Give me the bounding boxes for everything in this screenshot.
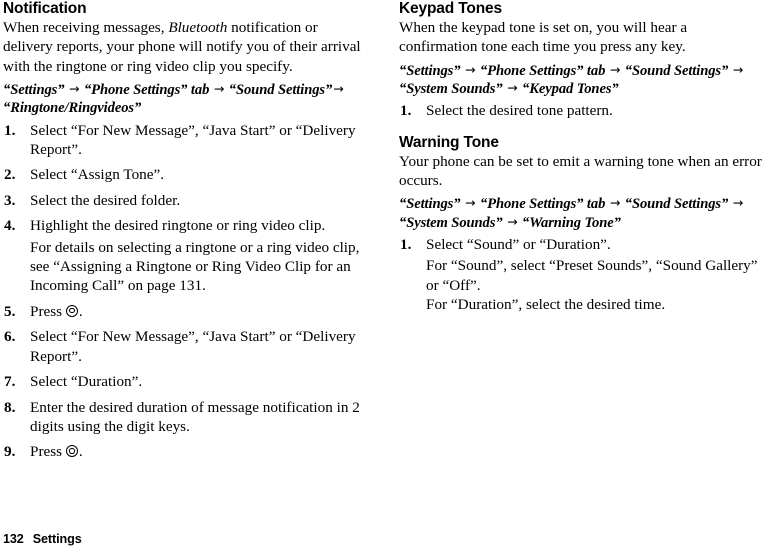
- step-item: 1. Select “For New Message”, “Java Start…: [3, 121, 371, 160]
- step-sub-text: For “Sound”, select “Preset Sounds”, “So…: [426, 257, 758, 294]
- keypad-tones-intro-paragraph: When the keypad tone is set on, you will…: [399, 19, 688, 56]
- step-text-after-key: .: [78, 443, 83, 461]
- step-text: Select “For New Message”, “Java Start” o…: [30, 121, 356, 159]
- arrow-right-icon: →: [732, 61, 744, 77]
- step-number: 9.: [4, 443, 16, 461]
- arrow-right-icon: →: [465, 61, 476, 77]
- center-select-key-icon: [66, 304, 79, 317]
- nav-path-part-sound-settings: “Sound Settings”: [624, 62, 729, 79]
- step-text: Select the desired tone pattern.: [426, 102, 613, 120]
- section-notification: Notification When receiving messages, Bl…: [3, 0, 371, 462]
- step-text: Select “Sound” or “Duration”.: [426, 235, 611, 253]
- arrow-right-icon: →: [213, 81, 225, 97]
- two-column-body: Notification When receiving messages, Bl…: [0, 0, 764, 520]
- step-item: 2. Select “Assign Tone”.: [3, 165, 371, 184]
- arrow-right-icon: →: [465, 195, 476, 211]
- step-number: 4.: [4, 217, 16, 235]
- step-number: 6.: [4, 328, 16, 346]
- bluetooth-trademark-italic: Bluetooth: [168, 19, 228, 36]
- step-text-before-key: Press: [30, 302, 66, 320]
- step-sub-text-secondary: For “Duration”, select the desired time.: [426, 296, 666, 314]
- step-item: 8. Enter the desired duration of message…: [3, 398, 371, 437]
- step-text: Select the desired folder.: [30, 191, 181, 209]
- intro-text-before-italic: When receiving messages,: [3, 19, 169, 36]
- arrow-right-icon: →: [507, 213, 518, 229]
- step-item: 5. Press .: [3, 302, 371, 321]
- warning-tone-intro-paragraph: Your phone can be set to emit a warning …: [399, 152, 762, 190]
- step-item: 1. Select the desired tone pattern.: [399, 101, 764, 120]
- step-item: 7. Select “Duration”.: [3, 372, 371, 391]
- arrow-right-icon: →: [69, 81, 80, 97]
- nav-path-part-system-sounds: “System Sounds”: [399, 81, 503, 98]
- nav-path-part-sound-settings: “Sound Settings”: [228, 82, 333, 99]
- center-select-key-icon: [66, 445, 79, 458]
- section-heading-notification: Notification: [3, 0, 87, 17]
- step-item: 4. Highlight the desired ringtone or rin…: [3, 216, 371, 296]
- arrow-right-icon: →: [507, 80, 518, 96]
- step-number: 5.: [4, 302, 16, 320]
- step-item: 6. Select “For New Message”, “Java Start…: [3, 327, 371, 366]
- footer-page-number: 132: [3, 532, 24, 546]
- nav-path-part-sound-settings: “Sound Settings”: [624, 196, 729, 213]
- arrow-right-icon: →: [609, 195, 621, 211]
- notification-intro-paragraph: When receiving messages, Bluetooth notif…: [3, 18, 371, 76]
- step-text: Enter the desired duration of message no…: [30, 398, 360, 435]
- navigation-path-ringtone: “Settings” → “Phone Settings” tab → “Sou…: [3, 81, 371, 117]
- step-text: Select “Duration”.: [30, 373, 143, 391]
- steps-list-notification: 1. Select “For New Message”, “Java Start…: [3, 121, 371, 462]
- left-column: Notification When receiving messages, Bl…: [3, 0, 371, 462]
- step-item: 1. Select “Sound” or “Duration”. For “So…: [399, 235, 764, 315]
- navigation-path-keypad-tones: “Settings” → “Phone Settings” tab → “Sou…: [399, 62, 764, 98]
- step-number: 8.: [4, 398, 16, 416]
- step-number: 7.: [4, 373, 16, 391]
- nav-path-part-keypad-tones: “Keypad Tones”: [522, 81, 619, 98]
- nav-path-part-settings: “Settings”: [399, 62, 461, 79]
- nav-path-part-phone-settings: “Phone Settings” tab: [479, 196, 606, 213]
- step-text: Select “For New Message”, “Java Start” o…: [30, 328, 356, 365]
- section-warning-tone: Warning Tone Your phone can be set to em…: [399, 134, 764, 315]
- nav-path-part-system-sounds: “System Sounds”: [399, 214, 503, 231]
- manual-page: Notification When receiving messages, Bl…: [0, 0, 764, 551]
- page-footer: 132 Settings: [3, 532, 82, 547]
- arrow-right-icon: →: [732, 195, 744, 211]
- navigation-path-warning-tone: “Settings” → “Phone Settings” tab → “Sou…: [399, 195, 764, 231]
- footer-section-name: Settings: [32, 532, 82, 546]
- nav-path-part-phone-settings: “Phone Settings” tab: [83, 82, 210, 99]
- step-text: Press .: [30, 442, 371, 461]
- arrow-right-icon: →: [333, 81, 344, 97]
- step-number: 1.: [400, 235, 412, 253]
- nav-path-part-warning-tone: “Warning Tone”: [522, 214, 621, 231]
- step-text: Press .: [30, 302, 371, 321]
- section-heading-keypad-tones: Keypad Tones: [399, 0, 502, 17]
- step-item: 3. Select the desired folder.: [3, 191, 371, 210]
- step-number: 1.: [4, 121, 16, 139]
- steps-list-keypad-tones: 1. Select the desired tone pattern.: [399, 101, 764, 120]
- step-sub-text: For details on selecting a ringtone or a…: [30, 238, 360, 295]
- steps-list-warning-tone: 1. Select “Sound” or “Duration”. For “So…: [399, 235, 764, 315]
- step-number: 3.: [4, 191, 16, 209]
- arrow-right-icon: →: [609, 61, 621, 77]
- step-number: 2.: [4, 166, 16, 184]
- section-keypad-tones: Keypad Tones When the keypad tone is set…: [399, 0, 764, 121]
- step-text: Select “Assign Tone”.: [30, 166, 165, 184]
- section-heading-warning-tone: Warning Tone: [399, 133, 499, 151]
- nav-path-part-settings: “Settings”: [399, 196, 461, 213]
- step-text-before-key: Press: [30, 443, 66, 461]
- step-text: Highlight the desired ringtone or ring v…: [30, 217, 326, 235]
- step-text-after-key: .: [78, 302, 83, 320]
- step-number: 1.: [400, 102, 412, 120]
- nav-path-part-settings: “Settings”: [3, 82, 65, 99]
- nav-path-part-phone-settings: “Phone Settings” tab: [479, 62, 606, 79]
- step-item: 9. Press .: [3, 442, 371, 461]
- right-column: Keypad Tones When the keypad tone is set…: [399, 0, 764, 314]
- nav-path-part-ringtone-ringvideos: “Ringtone/Ringvideos”: [3, 100, 142, 117]
